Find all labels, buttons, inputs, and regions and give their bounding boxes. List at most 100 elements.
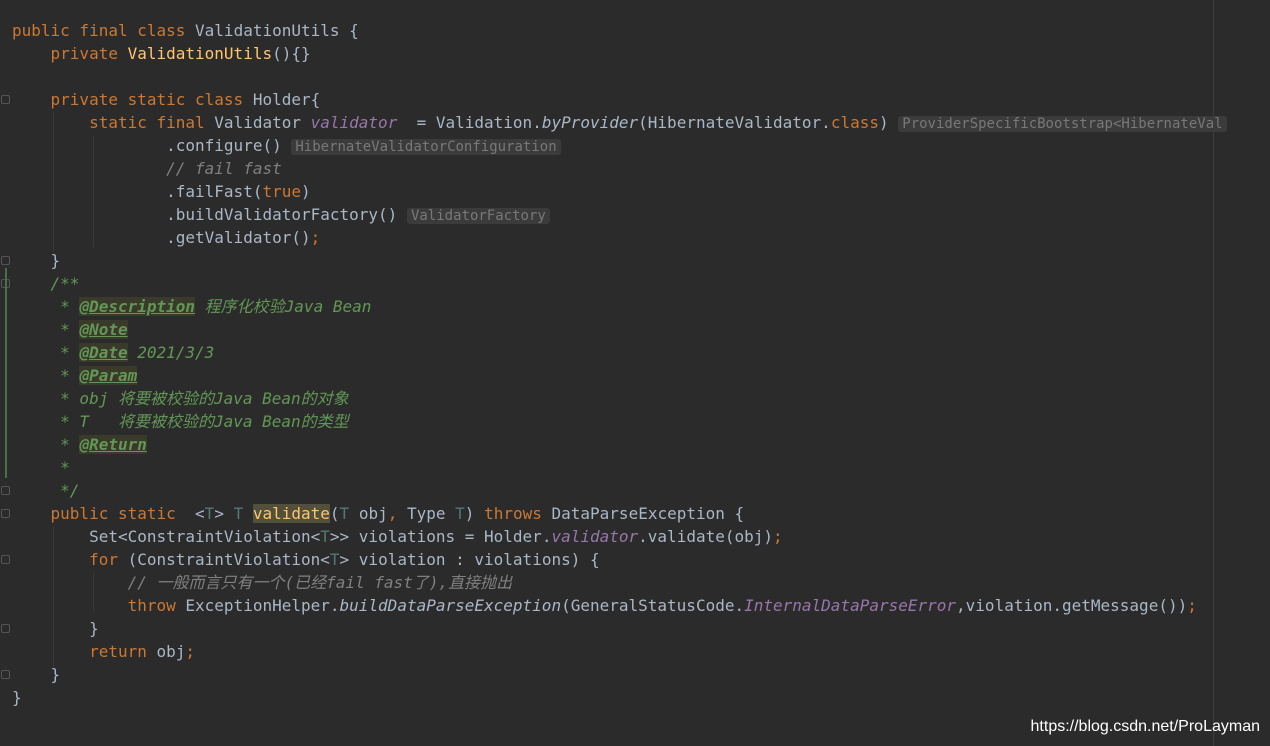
code-text: ) [300,182,311,201]
code-text: (ConstraintViolation< [127,550,330,569]
brace: } [89,619,99,638]
code-text: < [195,504,205,523]
keyword: true [262,182,301,201]
doc-comment: * [50,343,80,362]
doc-tag: @Return [79,435,147,454]
type-param: T [233,504,253,523]
code-line[interactable]: private ValidationUtils(){} [12,42,1270,65]
type-param: T [204,504,215,523]
code-line[interactable]: .getValidator(); [12,226,1270,249]
code-text: .validate(obj) [638,527,774,546]
code-text: (GeneralStatusCode. [561,596,745,615]
doc-tag: @Param [79,366,138,385]
code-text: Type [406,504,456,523]
code-line[interactable]: .buildValidatorFactory() ValidatorFactor… [12,203,1270,226]
doc-comment: /** [50,274,80,293]
code-line[interactable]: Set<ConstraintViolation<T>> violations =… [12,525,1270,548]
code-line[interactable]: public final class ValidationUtils { [12,19,1270,42]
method-name: validate [252,504,330,523]
keyword: static final [89,113,215,132]
watermark-text: https://blog.csdn.net/ProLayman [1030,718,1260,735]
type-hint: HibernateValidatorConfiguration [291,139,561,155]
code-text: DataParseException { [551,504,745,523]
keyword: for [89,550,128,569]
fold-marker-icon[interactable] [1,509,10,518]
doc-tag: @Note [79,320,128,339]
code-text: > [214,504,234,523]
code-line[interactable]: // 一般而言只有一个(已经fail fast了),直接抛出 [12,571,1270,594]
code-line[interactable]: .configure() HibernateValidatorConfigura… [12,134,1270,157]
code-text: ExceptionHelper. [185,596,340,615]
code-editor[interactable]: public final class ValidationUtils { pri… [0,0,1270,746]
code-line[interactable]: * obj 将要被校验的Java Bean的对象 [12,387,1270,410]
code-line[interactable]: return obj; [12,640,1270,663]
fold-marker-icon[interactable] [1,256,10,265]
code-text: > violation : violations) { [339,550,600,569]
doc-comment: 2021/3/3 [127,343,215,362]
class-name: Holder{ [252,90,321,109]
code-line[interactable]: /** [12,272,1270,295]
brace: } [50,665,61,684]
keyword: private static class [50,90,253,109]
doc-comment: */ [50,481,80,500]
doc-tag: @Date [79,343,128,362]
comma: , [387,504,407,523]
keyword: public final class [12,21,196,40]
keyword: throw [127,596,186,615]
code-text: .failFast( [166,182,263,201]
code-line[interactable]: * @Description 程序化校验Java Bean [12,295,1270,318]
code-line[interactable]: * T 将要被校验的Java Bean的类型 [12,410,1270,433]
code-line[interactable]: } [12,617,1270,640]
static-field: InternalDataParseError [744,596,957,615]
fold-marker-icon[interactable] [1,486,10,495]
code-line[interactable]: static final Validator validator = Valid… [12,111,1270,134]
code-text: Set<ConstraintViolation< [89,527,321,546]
keyword: throws [484,504,552,523]
code-text: .configure() [166,136,282,155]
code-text: .buildValidatorFactory() [166,205,398,224]
comment: // fail fast [166,159,282,178]
code-line[interactable]: public static <T> T validate(T obj, Type… [12,502,1270,525]
code-text: obj [349,504,388,523]
semicolon: ; [773,527,783,546]
type-param: T [455,504,465,523]
fold-marker-icon[interactable] [1,670,10,679]
doc-comment: * [50,435,80,454]
code-line[interactable]: throw ExceptionHelper.buildDataParseExce… [12,594,1270,617]
vcs-change-marker [5,268,7,478]
fold-marker-icon[interactable] [1,624,10,633]
semicolon: ; [1187,596,1197,615]
code-text: ) [878,113,889,132]
code-text: = Validation. [397,113,542,132]
keyword: class [830,113,879,132]
code-line[interactable]: .failFast(true) [12,180,1270,203]
code-text: >> violations = Holder. [329,527,552,546]
code-line[interactable]: */ [12,479,1270,502]
doc-comment: * [50,366,80,385]
code-line[interactable]: private static class Holder{ [12,88,1270,111]
code-line[interactable]: * [12,456,1270,479]
code-line[interactable]: for (ConstraintViolation<T> violation : … [12,548,1270,571]
static-field: validator [551,527,639,546]
code-line[interactable]: // fail fast [12,157,1270,180]
brace: } [12,688,22,707]
code-line[interactable]: * @Note [12,318,1270,341]
code-line[interactable]: } [12,249,1270,272]
code-text: (HibernateValidator. [638,113,831,132]
fold-marker-icon[interactable] [1,555,10,564]
static-method: byProvider [541,113,639,132]
keyword: private [50,44,128,63]
code-line[interactable]: * @Date 2021/3/3 [12,341,1270,364]
code-line[interactable]: * @Return [12,433,1270,456]
code-text: obj [156,642,186,661]
type-param: T [329,550,340,569]
type-hint: ValidatorFactory [406,208,550,224]
code-line[interactable]: } [12,663,1270,686]
fold-marker-icon[interactable] [1,95,10,104]
code-text: .getValidator() [166,228,311,247]
code-text: ) [464,504,485,523]
comment: // 一般而言只有一个(已经fail fast了),直接抛出 [127,573,513,592]
code-line[interactable]: } [12,686,1270,709]
code-line[interactable]: * @Param [12,364,1270,387]
keyword: public static [50,504,196,523]
